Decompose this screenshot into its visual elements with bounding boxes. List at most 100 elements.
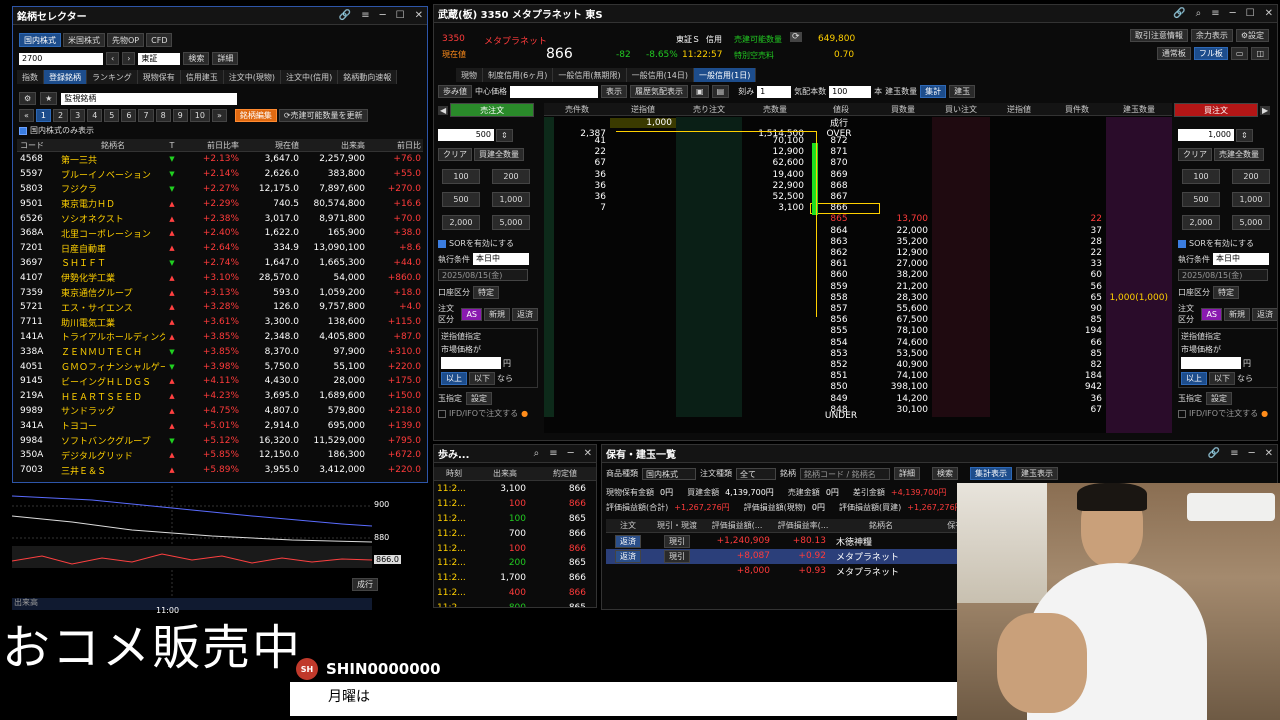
buy-clear-button[interactable]: クリア	[1178, 148, 1212, 161]
buy-all-qty-button[interactable]: 売建全数量	[1214, 148, 1264, 161]
buy-qty-preset[interactable]: 2,000	[1182, 215, 1220, 230]
book-row-ask[interactable]: 36 22,900 868	[544, 180, 1172, 191]
menu-icon[interactable]: ≡	[549, 448, 557, 459]
close-icon[interactable]: ✕	[1265, 8, 1273, 19]
selector-row[interactable]: 338A ＺＥＮＭＵＴＥＣＨ ▼ +3.85% 8,370.0 97,900 +310.0	[17, 344, 423, 359]
selector-row[interactable]: 5721 エス・サイエンス ▲ +3.28% 126.0 9,757,800 +4.0	[17, 300, 423, 315]
return-button[interactable]: 返済	[615, 549, 641, 563]
position-view-button[interactable]: 建玉表示	[1016, 467, 1058, 480]
buy-tokutei-button[interactable]: 特定	[1213, 286, 1239, 299]
subtab-ranking[interactable]: ランキング	[87, 70, 138, 84]
tick-select[interactable]: 1	[757, 85, 792, 98]
col-name[interactable]: 銘柄名	[61, 140, 165, 151]
layout-icon[interactable]: ▭	[1230, 47, 1249, 60]
book-row-bid[interactable]: 854 74,600 66	[544, 337, 1172, 348]
link-icon[interactable]: 🔗	[1173, 8, 1185, 19]
product-select[interactable]: 国内株式	[642, 467, 696, 480]
tab-cfd[interactable]: CFD	[146, 33, 173, 47]
book-row-bid[interactable]: 863 35,200 28	[544, 236, 1172, 247]
sell-sor-checkbox[interactable]	[438, 239, 446, 248]
market-select[interactable]: 東証	[138, 52, 181, 65]
collapse-right-icon[interactable]: ▶	[1260, 105, 1271, 115]
selector-row[interactable]: 4051 ＧＭＯフィナンシャルゲート ▼ +3.98% 5,750.0 55,100 +22…	[17, 359, 423, 374]
ratio-select[interactable]: 100	[829, 85, 872, 98]
selector-row[interactable]: 9145 ビーイングＨＬＤＧＳ ▲ +4.11% 4,430.0 28,000 +175.0	[17, 374, 423, 389]
sell-qty-preset[interactable]: 1,000	[492, 192, 530, 207]
selector-row[interactable]: 5803 フジクラ ▼ +2.27% 12,175.0 7,897,600 +270.0	[17, 182, 423, 197]
col-t[interactable]: T	[165, 141, 179, 150]
domestic-only-checkbox[interactable]	[19, 126, 27, 135]
book-row-bid[interactable]: 864 22,000 37	[544, 225, 1172, 236]
sell-settle-button[interactable]: 設定	[466, 392, 492, 405]
book-row-bid[interactable]: 852 40,900 82	[544, 359, 1172, 370]
tate-button[interactable]: 建玉	[949, 85, 976, 98]
search-button[interactable]: 検索	[183, 52, 210, 65]
buy-date-input[interactable]: 2025/08/15(金)	[1178, 269, 1268, 281]
selector-row[interactable]: 350A デジタルグリッド ▲ +5.85% 12,150.0 186,300 +672.0	[17, 448, 423, 463]
book-row-bid[interactable]: 849 14,200 36	[544, 393, 1172, 404]
genbiki-button[interactable]: 現引	[664, 549, 690, 563]
first-page-icon[interactable]: «	[19, 109, 34, 122]
sell-qty-preset[interactable]: 500	[442, 192, 480, 207]
caution-info-button[interactable]: 取引注意情報	[1129, 29, 1188, 42]
buy-qty-preset[interactable]: 100	[1182, 169, 1220, 184]
subtab-orders-margin[interactable]: 注文中(信用)	[281, 70, 339, 84]
page-6[interactable]: 6	[121, 109, 137, 122]
tick-row[interactable]: 11:2... 100 866	[434, 497, 596, 512]
tab-futures[interactable]: 先物OP	[107, 33, 145, 47]
last-page-icon[interactable]: »	[211, 109, 227, 122]
book-row-bid[interactable]: 865 13,700 22	[544, 214, 1172, 225]
selector-row[interactable]: 6526 ソシオネクスト ▲ +2.38% 3,017.0 8,971,800 +70.0	[17, 211, 423, 226]
history-button[interactable]: 履歴気配表示	[630, 85, 688, 98]
genbiki-button[interactable]: 現引	[664, 534, 690, 548]
subtab-holdings[interactable]: 現物保有	[137, 70, 181, 84]
book-row-bid[interactable]: 861 27,000 33	[544, 259, 1172, 270]
sell-ika-button[interactable]: 以下	[469, 372, 495, 385]
sell-qty-stepper[interactable]: ⇕	[496, 129, 513, 142]
page-7[interactable]: 7	[138, 109, 154, 122]
collapse-left-icon[interactable]: ◀	[438, 105, 449, 115]
summary-view-button[interactable]: 集計表示	[970, 467, 1012, 480]
prev-icon[interactable]: ‹	[106, 52, 120, 65]
selector-row[interactable]: 4107 伊勢化学工業 ▲ +3.10% 28,570.0 54,000 +860.0	[17, 270, 423, 285]
subtab-margin[interactable]: 信用建玉	[180, 70, 224, 84]
sell-qty-preset[interactable]: 2,000	[442, 215, 480, 230]
buy-as-button[interactable]: AS	[1201, 307, 1222, 321]
sell-shinki-button[interactable]: 新規	[484, 307, 510, 321]
tick-row[interactable]: 11:2... 100 865	[434, 512, 596, 527]
selector-row[interactable]: 368A 北里コーポレーション ▲ +2.40% 1,622.0 165,900 +38.0	[17, 226, 423, 241]
code-input[interactable]: 2700	[19, 52, 103, 65]
market-order-mini-button[interactable]: 成行	[352, 578, 378, 591]
sell-date-input[interactable]: 2025/08/15(金)	[438, 269, 528, 281]
minimize-icon[interactable]: ─	[380, 10, 386, 21]
settings-button[interactable]: ⚙ 設定	[1235, 29, 1269, 42]
sell-stop-price-input[interactable]	[441, 357, 501, 369]
col-volume[interactable]: 出来高	[299, 140, 365, 151]
book-row-ask[interactable]: 22 12,900 871	[544, 147, 1172, 158]
sell-order-title[interactable]: 売注文	[450, 103, 535, 117]
search-icon[interactable]: ⌕	[1196, 8, 1202, 19]
tab-cash[interactable]: 現物	[456, 68, 483, 82]
book-row-ask[interactable]: 67 62,600 870	[544, 158, 1172, 169]
page-1[interactable]: 1	[35, 109, 51, 122]
board-icon-2[interactable]: ▤	[711, 85, 730, 98]
buy-sor-checkbox[interactable]	[1178, 239, 1186, 248]
buy-qty-preset[interactable]: 1,000	[1232, 192, 1270, 207]
menu-icon[interactable]: ≡	[1211, 8, 1219, 19]
full-board-button[interactable]: フル板	[1193, 47, 1228, 60]
buy-hensai-button[interactable]: 返済	[1252, 307, 1277, 321]
menu-icon[interactable]: ≡	[361, 10, 369, 21]
book-row-bid[interactable]: 855 78,100 194	[544, 326, 1172, 337]
maximize-icon[interactable]: ☐	[1246, 8, 1255, 19]
selector-row[interactable]: 5597 ブルーイノベーション ▼ +2.14% 2,626.0 383,800 +55.0	[17, 167, 423, 182]
buy-ifd-checkbox[interactable]	[1178, 409, 1186, 418]
tick-row[interactable]: 11:2... 400 866	[434, 586, 596, 601]
buy-info-icon[interactable]: ●	[1261, 409, 1268, 418]
book-row-bid[interactable]: 857 55,600 90	[544, 303, 1172, 314]
menu-icon[interactable]: ≡	[1230, 448, 1238, 459]
selector-row[interactable]: 7359 東京通信グループ ▲ +3.13% 593.0 1,059,200 +18.0	[17, 285, 423, 300]
sell-tokutei-button[interactable]: 特定	[473, 286, 499, 299]
next-icon[interactable]: ›	[122, 52, 136, 65]
close-icon[interactable]: ✕	[1265, 448, 1273, 459]
book-row-market[interactable]: 1,000 成行	[544, 117, 1172, 129]
